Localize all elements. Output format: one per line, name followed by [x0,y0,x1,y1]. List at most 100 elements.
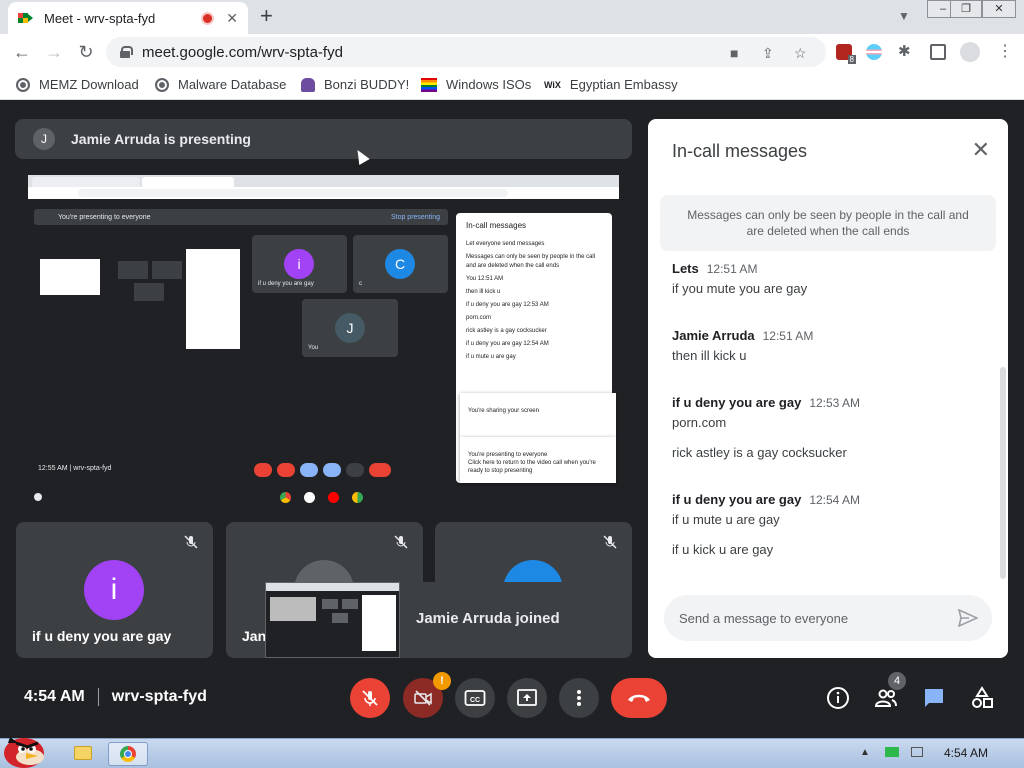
tab-strip: Meet - wrv-spta-fyd ✕ + ▼ – ❐ ✕ [0,0,1024,34]
shared-tile-avatar: C [385,249,415,279]
trans-flag-extension-icon[interactable] [866,44,882,60]
bookmark-label: Windows ISOs [446,77,532,92]
bookmark-memz[interactable]: MEMZ Download [16,77,139,92]
taskbar-clock[interactable]: 4:54 AM [944,746,988,760]
windows-taskbar: ▲ 4:54 AM [0,737,1024,768]
new-tab-button[interactable]: + [260,5,273,27]
shared-panel-line: rick astley is a gay cocksucker [466,328,547,334]
message-sender: Lets [672,261,699,276]
mouse-cursor-icon [352,146,370,166]
chat-icon[interactable] [922,686,946,710]
message-group: Jamie Arruda 12:51 AM then ill kick u [672,328,813,378]
present-now-button[interactable] [507,678,547,718]
extensions-puzzle-icon[interactable]: ✱ [898,44,914,60]
shared-panel-title: In-call messages [466,221,527,230]
meeting-details-icon[interactable] [826,686,850,710]
shared-chrome-icon [280,492,291,503]
chat-message-input[interactable]: Send a message to everyone [664,595,992,641]
taskbar-explorer[interactable] [64,742,104,766]
message-time: 12:51 AM [762,329,814,343]
shared-present-button [323,463,341,477]
url-text: meet.google.com/wrv-spta-fyd [142,43,343,61]
wix-icon: WiX [544,79,561,90]
extension-badge: 8 [847,55,856,64]
chat-info-note: Messages can only be seen by people in t… [660,195,996,251]
message-text: then ill kick u [672,348,747,363]
presenting-text: Jamie Arruda is presenting [71,131,251,147]
bookmark-windows-isos[interactable]: Windows ISOs [421,77,531,92]
message-group: if u deny you are gay 12:53 AM porn.com r… [672,395,860,475]
lock-icon [120,46,133,58]
close-window-button[interactable]: ✕ [982,0,1016,18]
shared-tile-2: C c [353,235,448,293]
chat-scrollbar[interactable] [1000,367,1006,579]
start-button-angry-bird-icon[interactable] [0,731,50,768]
hang-up-icon [628,694,650,702]
control-bar: 4:54 AM wrv-spta-fyd ! CC 4 [0,657,1024,737]
shared-screen: You're presenting to everyone Stop prese… [28,175,619,507]
bookmark-star-icon[interactable]: ☆ [794,45,807,62]
mic-off-icon [184,535,198,549]
browser-menu-icon[interactable]: ⋮ [997,44,1013,60]
shared-camera-button [277,463,295,477]
system-tray: ▲ [860,747,924,758]
send-icon[interactable] [958,609,978,627]
tab-search-icon[interactable]: ▼ [898,9,910,23]
camera-icon[interactable]: ■ [730,45,738,61]
ublock-extension-icon[interactable]: 8 [836,44,856,64]
shared-stop-presenting: Stop presenting [390,213,440,221]
present-screen-icon [517,689,537,706]
reload-button[interactable]: ↻ [74,41,98,63]
message-text: rick astley is a gay cocksucker [672,445,847,460]
browser-tab[interactable]: Meet - wrv-spta-fyd ✕ [8,2,248,34]
bookmark-egyptian-embassy[interactable]: WiX Egyptian Embassy [544,77,678,92]
taskbar-chrome[interactable] [108,742,148,766]
bookmark-label: MEMZ Download [39,77,139,92]
chat-close-button[interactable]: ✕ [972,137,990,163]
leave-call-button[interactable] [611,678,667,718]
shared-notif-text: You're sharing your screen [468,408,539,414]
microphone-toggle-button[interactable] [350,678,390,718]
message-time: 12:51 AM [706,262,758,276]
shared-nested-screen [34,235,244,355]
tray-expand-icon[interactable]: ▲ [860,747,870,758]
people-count-badge: 4 [888,672,906,690]
captions-button[interactable]: CC [455,678,495,718]
share-icon[interactable]: ⇪ [762,45,774,62]
message-sender: if u deny you are gay [672,395,802,410]
shared-panel-line: You 12:51 AM [466,276,504,282]
shared-notification-1: You're sharing your screen [460,393,616,437]
participant-tile[interactable]: i if u deny you are gay [16,522,213,658]
shared-tile-avatar: J [335,313,365,343]
meeting-time: 4:54 AM [24,688,85,705]
battery-icon[interactable] [884,747,899,758]
shared-panel-line: if u deny you are gay 12:54 AM [466,341,549,347]
bookmark-bonzi-buddy[interactable]: Bonzi BUDDY! [301,77,409,92]
bookmark-malware-database[interactable]: Malware Database [155,77,286,92]
tab-close-button[interactable]: ✕ [226,10,238,27]
closed-captions-icon: CC [464,690,486,706]
activities-icon[interactable] [970,686,994,710]
camera-toggle-button[interactable]: ! [403,672,451,718]
forward-button[interactable]: → [42,41,66,63]
shared-address-bar [28,187,619,199]
camera-off-icon [414,690,432,706]
profile-avatar[interactable] [960,42,980,62]
shared-cc-button [300,463,318,477]
address-bar[interactable]: meet.google.com/wrv-spta-fyd ■ ⇪ ☆ [106,37,826,67]
back-button[interactable]: ← [10,41,34,63]
network-icon[interactable] [911,747,924,758]
recording-indicator-icon [201,11,215,25]
meeting-code: wrv-spta-fyd [111,688,207,705]
maximize-button[interactable]: ❐ [950,0,982,18]
shared-youtube-icon [328,492,339,503]
shared-notif-text: Click here to return to the video call w… [468,460,596,474]
shared-panel-line: Messages can only be seen by people in t… [466,254,596,269]
more-options-button[interactable] [559,678,599,718]
join-notification: Jamie Arruda joined [265,582,625,658]
side-panel-icon[interactable] [930,44,946,60]
bookmark-label: Bonzi BUDDY! [324,77,410,92]
presenting-banner: J Jamie Arruda is presenting [15,119,632,166]
mic-off-icon [362,690,378,706]
camera-warning-badge: ! [433,672,451,690]
